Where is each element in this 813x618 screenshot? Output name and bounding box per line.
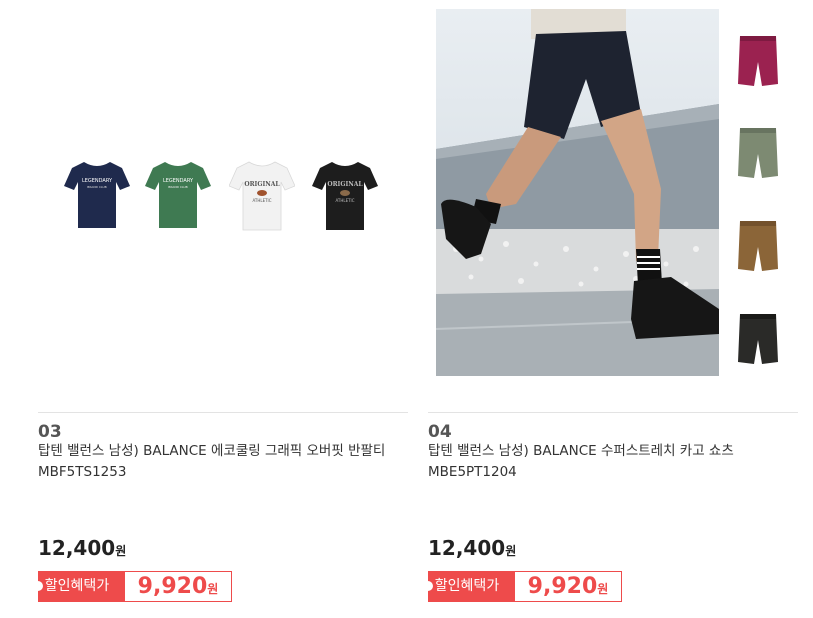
price-value: 12,400 xyxy=(428,536,506,560)
discount-price-box: 9,920원 xyxy=(124,571,232,602)
swatch-brown[interactable] xyxy=(734,217,782,277)
model-photo xyxy=(436,9,719,376)
swatch-khaki[interactable] xyxy=(734,124,782,184)
discount-price-unit: 원 xyxy=(207,582,219,596)
swatch-burgundy[interactable] xyxy=(734,32,782,92)
price-value: 12,400 xyxy=(38,536,116,560)
product-image-tees[interactable]: LEGENDARY BRAND CLUB LEGENDARY BRAND CLU… xyxy=(38,0,408,400)
tee-white: ORIGINAL ATHLETIC xyxy=(229,160,295,232)
tee-navy: LEGENDARY BRAND CLUB xyxy=(64,160,130,230)
tee-print-4: ORIGINAL xyxy=(327,181,363,188)
product-title[interactable]: 탑텐 밸런스 남성) BALANCE 수퍼스트레치 카고 쇼츠 MBE5PT12… xyxy=(428,441,800,483)
discount-price-badge: 할인혜택가 9,920원 xyxy=(423,571,622,602)
tee-print-2: LEGENDARY xyxy=(163,178,194,184)
price-unit: 원 xyxy=(115,544,127,558)
card-divider xyxy=(428,412,798,413)
product-price: 12,400원 xyxy=(38,536,126,560)
product-rank: 03 xyxy=(38,422,62,442)
product-image-shorts[interactable] xyxy=(428,0,798,400)
discount-price-badge: 할인혜택가 9,920원 xyxy=(33,571,232,602)
tee-print-1b: BRAND CLUB xyxy=(87,185,106,189)
product-title[interactable]: 탑텐 밸런스 남성) BALANCE 에코쿨링 그래픽 오버핏 반팔티 MBF5… xyxy=(38,441,410,483)
product-card-03[interactable]: LEGENDARY BRAND CLUB LEGENDARY BRAND CLU… xyxy=(33,0,410,618)
card-divider xyxy=(38,412,408,413)
product-rank: 04 xyxy=(428,422,452,442)
discount-price-box: 9,920원 xyxy=(514,571,622,602)
discount-label: 할인혜택가 xyxy=(423,571,514,602)
product-card-04[interactable]: 04 탑텐 밸런스 남성) BALANCE 수퍼스트레치 카고 쇼츠 MBE5P… xyxy=(423,0,800,618)
discount-price-value: 9,920 xyxy=(137,574,208,599)
tee-print-1: LEGENDARY xyxy=(82,178,113,184)
swatch-black[interactable] xyxy=(734,310,782,370)
tee-print-4b: ATHLETIC xyxy=(335,198,354,203)
discount-price-value: 9,920 xyxy=(527,574,598,599)
tee-green: LEGENDARY BRAND CLUB xyxy=(145,160,211,230)
tee-print-3: ORIGINAL xyxy=(244,181,280,188)
price-unit: 원 xyxy=(505,544,517,558)
tee-print-2b: BRAND CLUB xyxy=(168,185,187,189)
discount-price-unit: 원 xyxy=(597,582,609,596)
product-price: 12,400원 xyxy=(428,536,516,560)
tee-print-3b: ATHLETIC xyxy=(252,198,271,203)
tee-black: ORIGINAL ATHLETIC xyxy=(312,160,378,232)
discount-label: 할인혜택가 xyxy=(33,571,124,602)
